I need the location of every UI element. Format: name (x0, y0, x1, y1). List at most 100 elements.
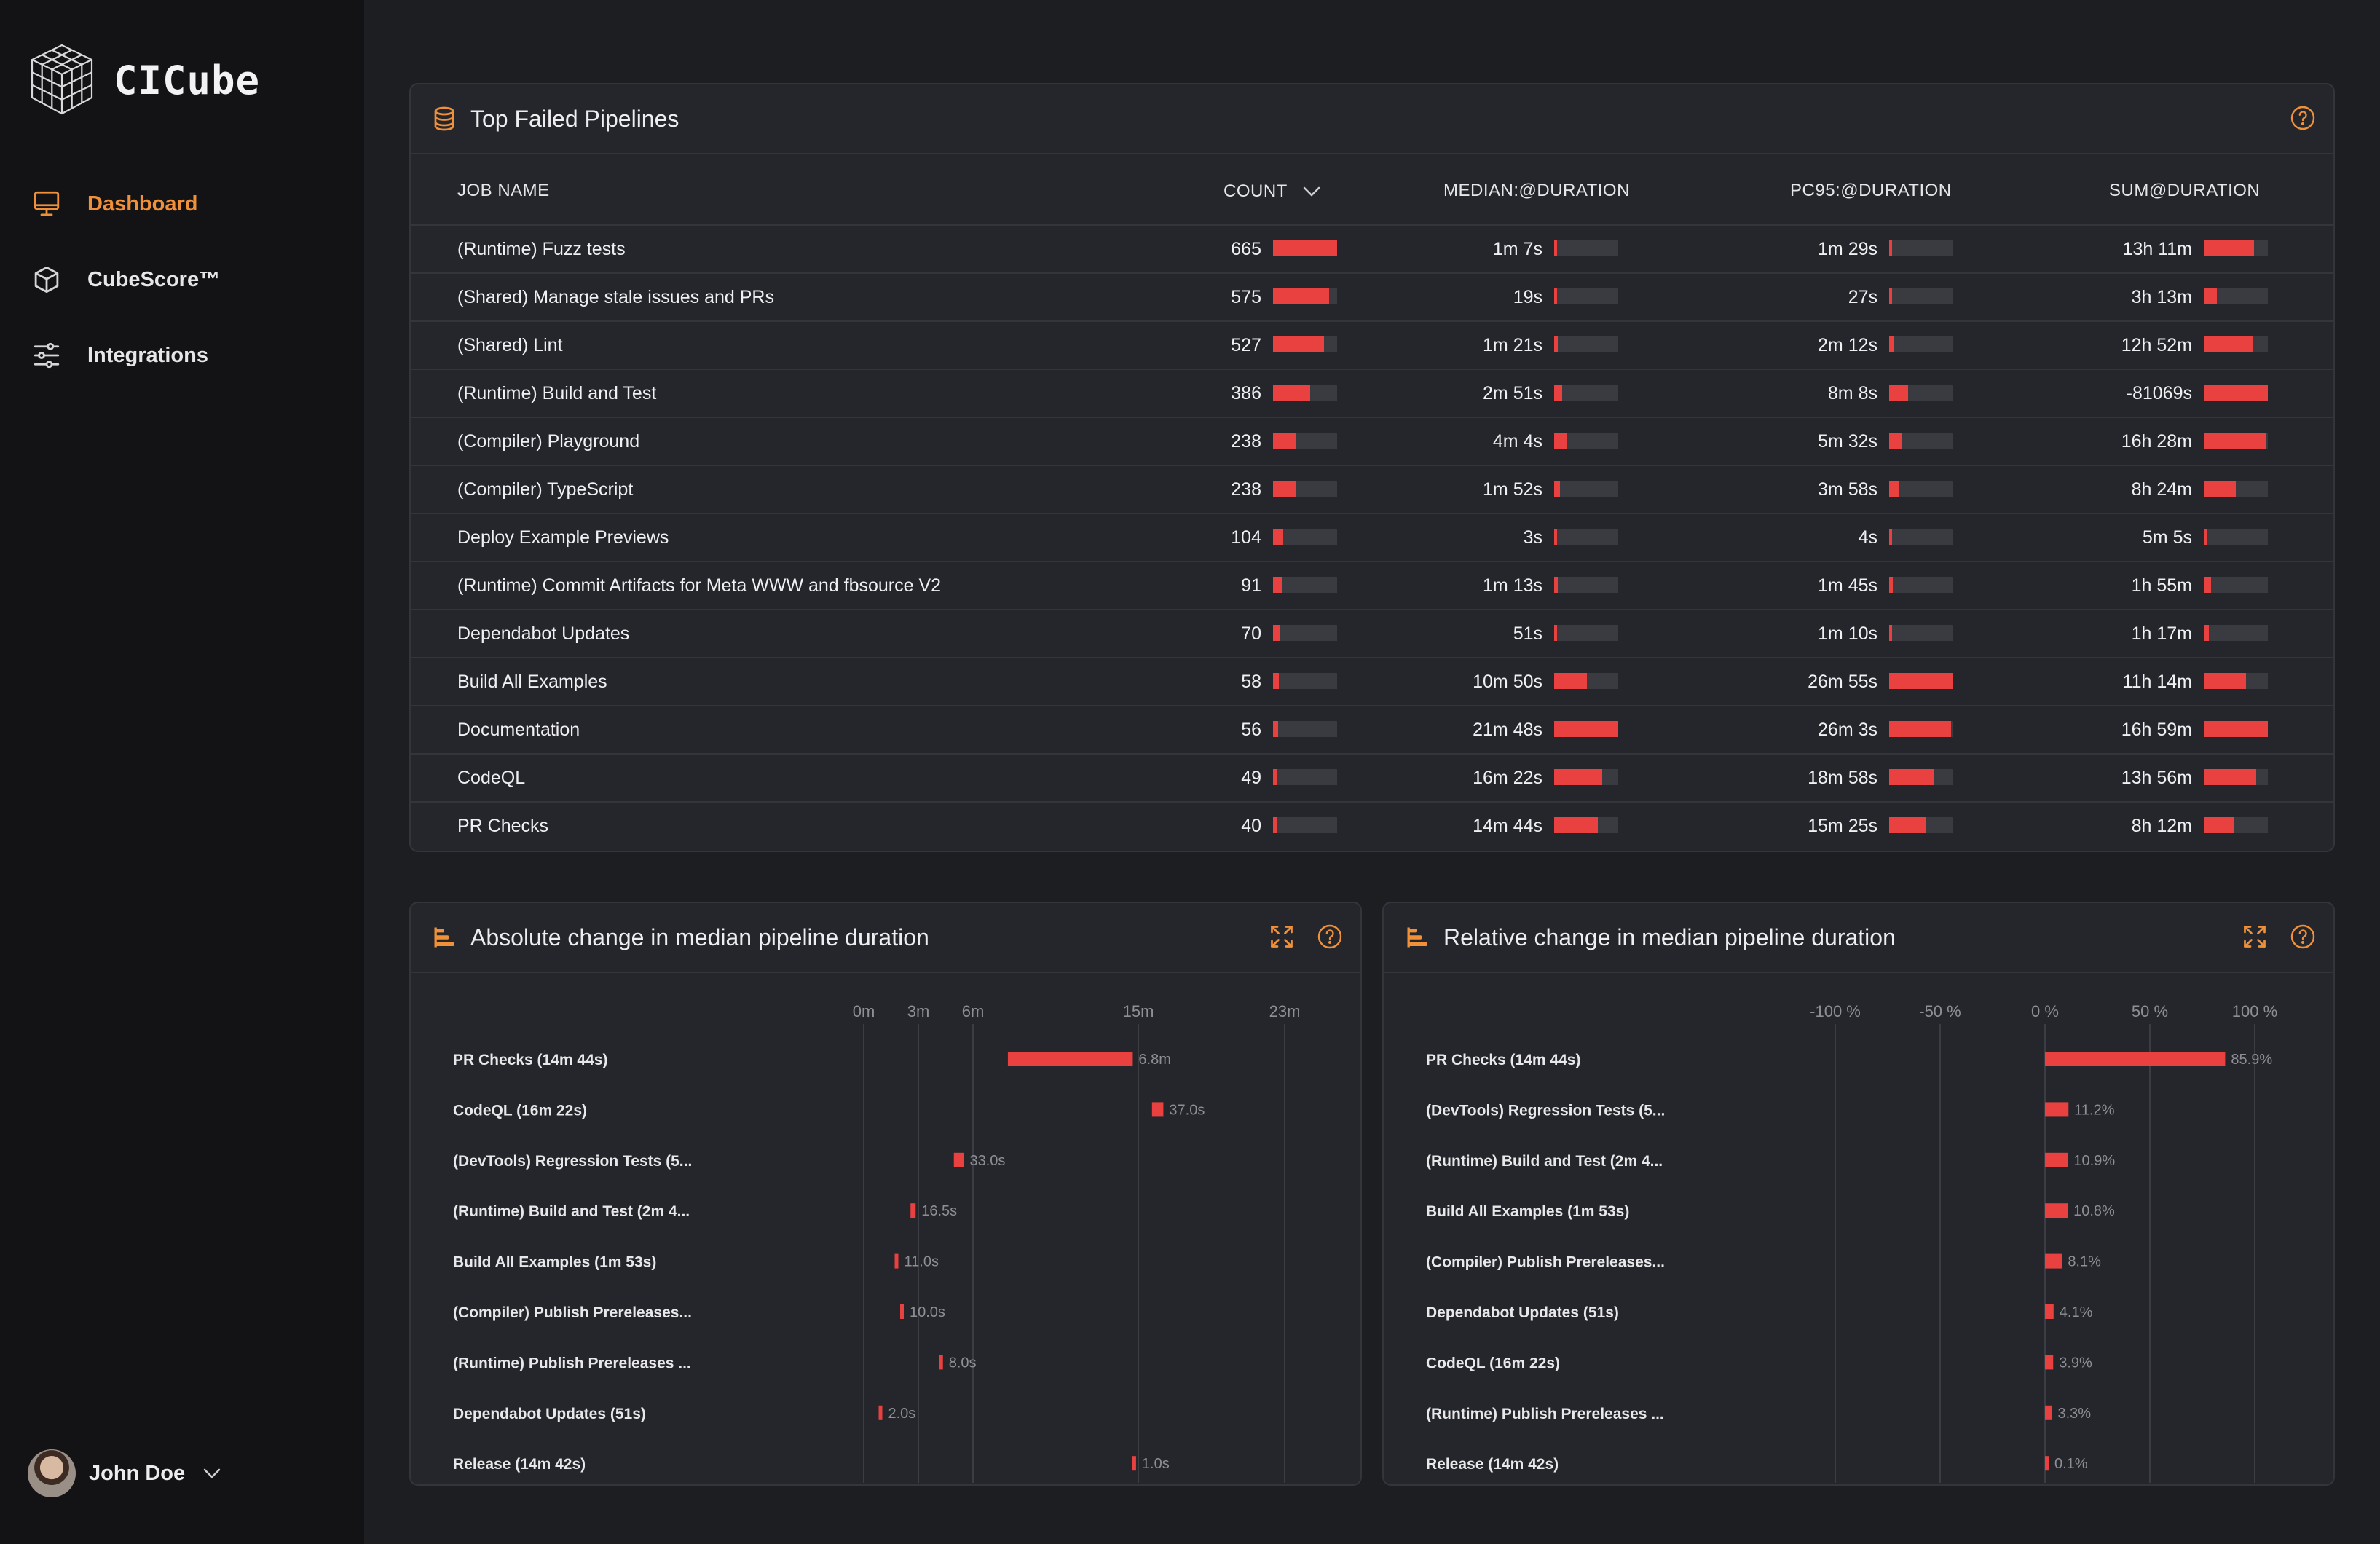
column-header-median[interactable]: MEDIAN:@DURATION (1443, 181, 1630, 201)
median-value: 10m 50s (1473, 671, 1542, 692)
help-icon[interactable] (1317, 923, 1343, 950)
table-row[interactable]: (Runtime) Fuzz tests 665 1m 7s 1m 29s 13h 11… (411, 226, 2333, 274)
sidebar-item-cubescore[interactable]: CubeScore™ (29, 242, 220, 318)
data-label: 16.5s (921, 1203, 957, 1219)
category-label: Build All Examples (1m 53s) (453, 1254, 656, 1271)
data-label: 10.0s (910, 1304, 945, 1320)
column-header-count[interactable]: COUNT (1224, 181, 1323, 202)
column-header-job[interactable]: JOB NAME (457, 181, 550, 201)
bar[interactable] (2045, 1405, 2052, 1420)
help-icon[interactable] (2290, 923, 2316, 950)
median-value: 1m 52s (1483, 479, 1542, 500)
table-row[interactable]: (Shared) Manage stale issues and PRs 575 1… (411, 274, 2333, 322)
bar[interactable] (2045, 1253, 2062, 1269)
expand-icon[interactable] (1269, 923, 1295, 950)
count-bar-fill (1273, 288, 1329, 304)
job-name-cell: (Shared) Lint (457, 335, 563, 355)
table-row[interactable]: Documentation 56 21m 48s 26m 3s 16h 59m (411, 706, 2333, 755)
bar[interactable] (2045, 1052, 2226, 1066)
sum-value: 16h 28m (2121, 431, 2192, 452)
median-value: 51s (1513, 623, 1542, 644)
sum-bar-fill (2204, 769, 2257, 785)
sidebar-item-integrations[interactable]: Integrations (29, 318, 220, 393)
x-tick-label: 0 % (2031, 1002, 2059, 1020)
bar[interactable] (2045, 1102, 2069, 1117)
pc95-bar-fill (1889, 817, 1926, 833)
pc95-bar-fill (1889, 673, 1953, 689)
count-bar-fill (1273, 673, 1279, 689)
job-name-cell: Build All Examples (457, 671, 607, 692)
count-bar-fill (1273, 721, 1279, 737)
pc95-bar-fill (1889, 481, 1899, 497)
sort-descending-icon[interactable] (1301, 181, 1323, 202)
count-bar-fill (1273, 481, 1296, 497)
table-row[interactable]: CodeQL 49 16m 22s 18m 58s 13h 56m (411, 755, 2333, 803)
median-value: 2m 51s (1483, 383, 1542, 403)
table-row[interactable]: Build All Examples 58 10m 50s 26m 55s 11h 14… (411, 658, 2333, 706)
logo[interactable]: CICube (28, 42, 260, 118)
count-value: 575 (1231, 287, 1261, 307)
count-value: 665 (1231, 239, 1261, 259)
bar[interactable] (2045, 1203, 2068, 1218)
sidebar-item-label: Integrations (87, 343, 208, 367)
bar[interactable] (1132, 1456, 1136, 1471)
sum-bar-track (2204, 240, 2268, 256)
count-bar-fill (1273, 817, 1277, 833)
bar[interactable] (910, 1203, 916, 1218)
table-row[interactable]: Deploy Example Previews 104 3s 4s 5m 5s (411, 514, 2333, 562)
sum-bar-track (2204, 481, 2268, 497)
table-row[interactable]: (Compiler) TypeScript 238 1m 52s 3m 58s 8h 2… (411, 466, 2333, 514)
expand-icon[interactable] (2242, 923, 2268, 950)
bar[interactable] (953, 1152, 964, 1167)
bar[interactable] (2045, 1456, 2049, 1471)
count-bar-fill (1273, 625, 1280, 641)
user-menu[interactable]: John Doe (28, 1449, 223, 1497)
count-bar-track (1273, 481, 1337, 497)
median-bar-fill (1554, 625, 1557, 641)
count-bar-fill (1273, 240, 1337, 256)
pc95-bar-fill (1889, 529, 1892, 545)
pc95-bar-track (1889, 336, 1953, 352)
monitor-icon (29, 186, 64, 221)
data-label: 1.0s (1142, 1456, 1170, 1472)
table-row[interactable]: (Compiler) Playground 238 4m 4s 5m 32s 16h 2… (411, 418, 2333, 466)
sliders-icon (29, 338, 64, 373)
count-bar-track (1273, 336, 1337, 352)
bar[interactable] (894, 1253, 899, 1269)
bar[interactable] (1151, 1102, 1164, 1117)
bar[interactable] (2045, 1152, 2068, 1167)
count-bar-track (1273, 673, 1337, 689)
bar[interactable] (2045, 1304, 2054, 1319)
job-name-cell: (Shared) Manage stale issues and PRs (457, 287, 774, 307)
table-row[interactable]: (Runtime) Commit Artifacts for Meta WWW … (411, 562, 2333, 610)
top-failed-pipelines-panel: Top Failed Pipelines JOB NAME COUNT MEDI… (409, 83, 2335, 852)
column-header-sum[interactable]: SUM@DURATION (2109, 181, 2260, 201)
sidebar-item-dashboard[interactable]: Dashboard (29, 166, 220, 242)
absolute-change-chart-panel: Absolute change in median pipeline durat… (409, 902, 1362, 1486)
median-bar-fill (1554, 529, 1557, 545)
bar[interactable] (2045, 1355, 2054, 1370)
column-header-pc95[interactable]: PC95:@DURATION (1790, 181, 1952, 201)
bar[interactable] (939, 1355, 943, 1370)
bar[interactable] (1007, 1052, 1133, 1066)
category-label: Build All Examples (1m 53s) (1426, 1203, 1629, 1220)
job-name-cell: (Runtime) Build and Test (457, 383, 657, 403)
table-row[interactable]: PR Checks 40 14m 44s 15m 25s 8h 12m (411, 803, 2333, 851)
bar[interactable] (900, 1304, 904, 1319)
pc95-value: 5m 32s (1818, 431, 1877, 452)
chevron-down-icon (203, 1468, 221, 1478)
table-row[interactable]: (Runtime) Build and Test 386 2m 51s 8m 8s -8… (411, 370, 2333, 418)
sum-bar-fill (2204, 673, 2247, 689)
help-icon[interactable] (2290, 105, 2316, 131)
pc95-bar-track (1889, 481, 1953, 497)
x-tick-label: 50 % (2132, 1002, 2168, 1020)
table-row[interactable]: (Shared) Lint 527 1m 21s 2m 12s 12h 52m (411, 322, 2333, 370)
count-bar-track (1273, 769, 1337, 785)
count-value: 238 (1231, 479, 1261, 500)
bar[interactable] (878, 1405, 883, 1420)
median-bar-track (1554, 769, 1618, 785)
sum-bar-fill (2204, 240, 2254, 256)
pc95-value: 1m 45s (1818, 575, 1877, 596)
table-row[interactable]: Dependabot Updates 70 51s 1m 10s 1h 17m (411, 610, 2333, 658)
median-bar-fill (1554, 817, 1598, 833)
